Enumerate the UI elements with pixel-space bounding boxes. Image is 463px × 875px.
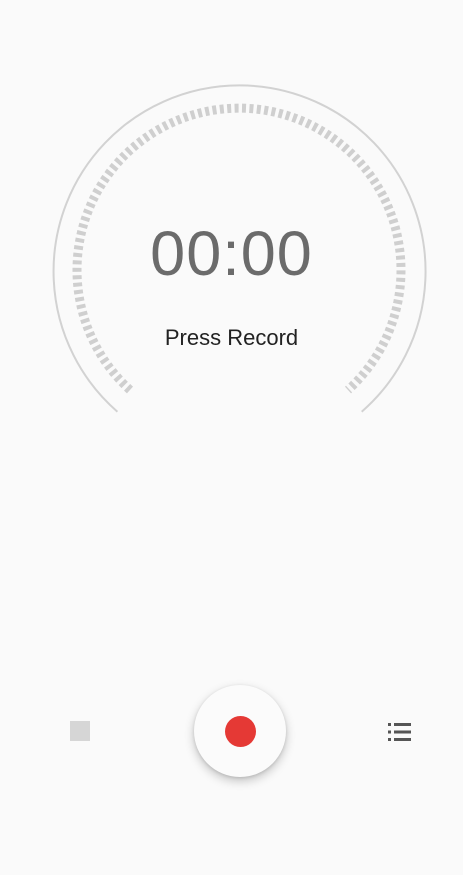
record-dot-icon bbox=[224, 715, 256, 747]
status-text: Press Record bbox=[164, 325, 299, 350]
recorder-screen: 00:00 Press Record bbox=[0, 0, 463, 875]
record-button[interactable] bbox=[194, 685, 286, 777]
stop-button[interactable] bbox=[62, 713, 98, 749]
list-icon bbox=[388, 723, 411, 741]
elapsed-time: 00:00 bbox=[150, 219, 313, 289]
stop-square-icon bbox=[70, 721, 90, 741]
recordings-list-button[interactable] bbox=[380, 712, 420, 752]
